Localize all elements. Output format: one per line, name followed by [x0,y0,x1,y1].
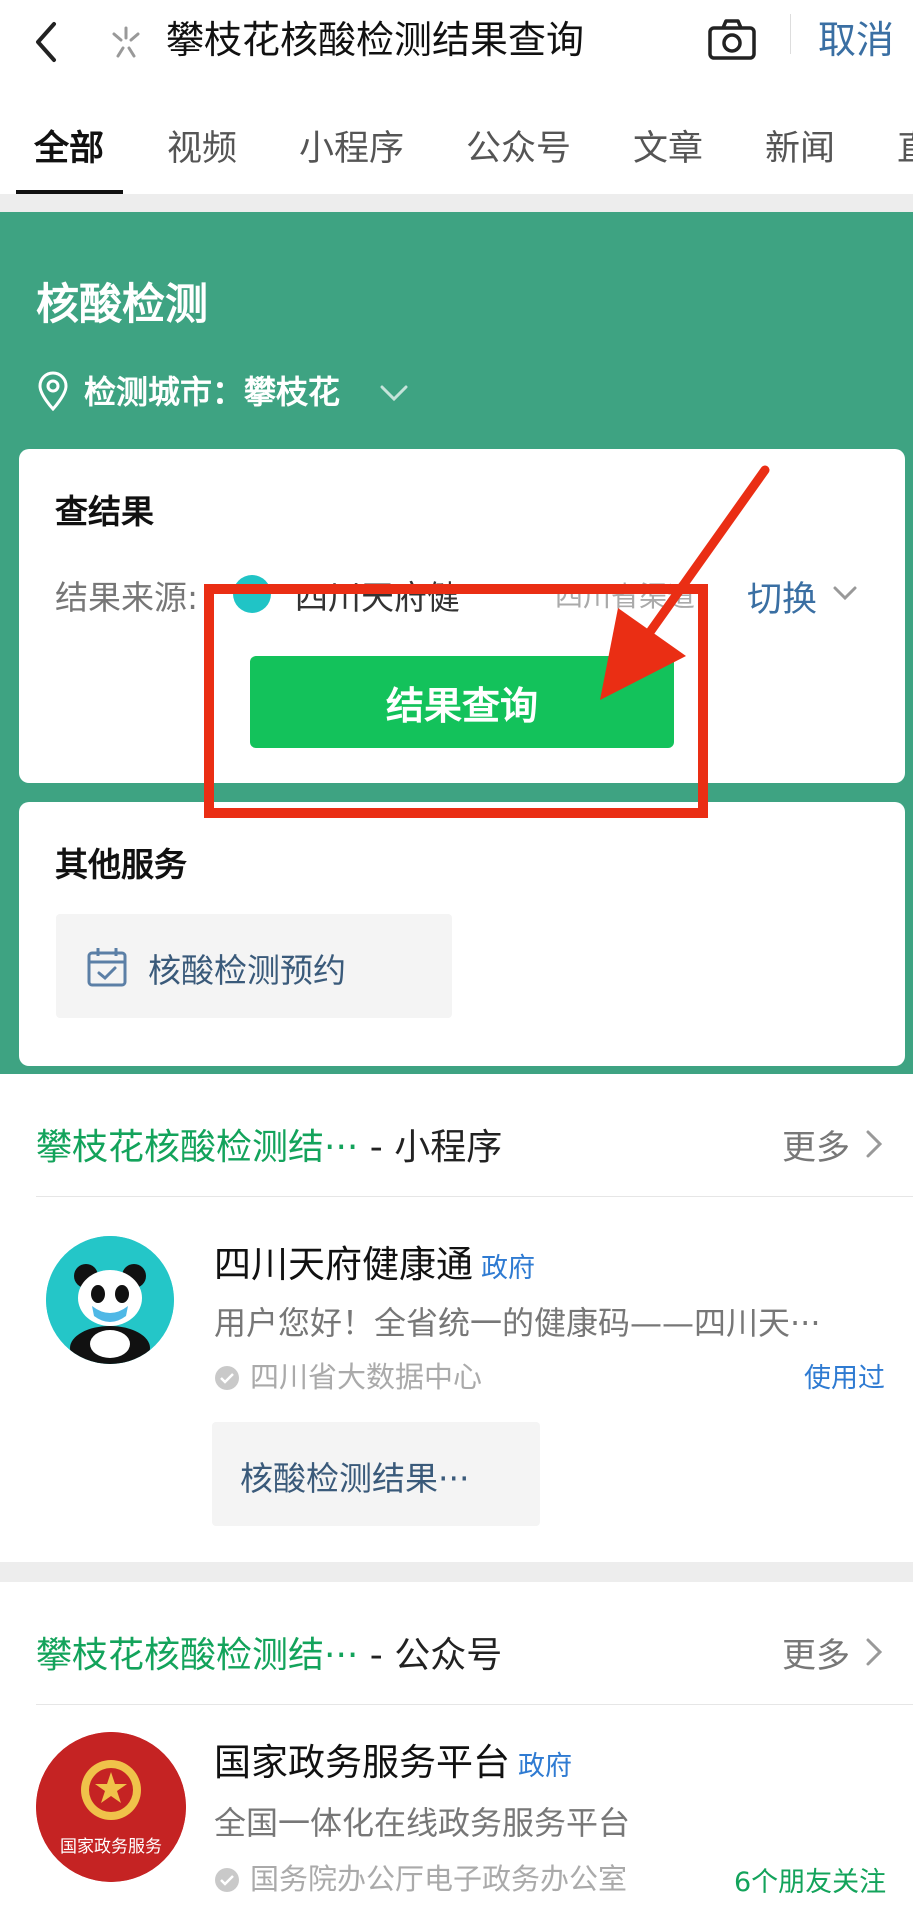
official-account-results: 攀枝花核酸检测结··· - 公众号 更多 国家政务服务 国家政务服务平台 政府 全… [0,1582,913,1920]
section-query: 攀枝花核酸检测结··· [36,1635,359,1676]
sub-link-nucleic-result[interactable]: 核酸检测结果··· [212,1422,540,1526]
tab-all[interactable]: 全部 [34,120,104,171]
gov-badge: 政府 [481,1253,535,1284]
chevron-right-icon[interactable] [862,1126,886,1162]
verified-by: 四川省大数据中心 [214,1354,482,1396]
chevron-down-icon [380,385,408,402]
search-loading-icon [112,26,140,58]
cancel-button[interactable]: 取消 [818,12,894,68]
result-source-label: 结果来源: [55,578,199,617]
gov-badge: 政府 [518,1751,572,1782]
item-name-text: 国家政务服务平台 [214,1741,510,1784]
avatar-caption: 国家政务服务 [60,1837,162,1857]
other-services-title: 其他服务 [55,845,187,884]
search-input[interactable]: 攀枝花核酸检测结果查询 [166,12,584,68]
tab-news[interactable]: 新闻 [765,120,835,171]
result-card-title: 查结果 [55,492,154,531]
other-services-card: 其他服务 核酸检测预约 [19,802,905,1066]
used-badge: 使用过 [804,1363,885,1394]
verified-by-text: 国务院办公厅电子政务办公室 [250,1862,628,1896]
chevron-down-icon[interactable] [829,577,861,609]
service-label: 核酸检测预约 [148,951,346,990]
national-emblem-avatar-icon[interactable]: 国家政务服务 [36,1732,186,1882]
camera-icon[interactable] [706,12,758,68]
mini-program-name[interactable]: 四川天府健康通 政府 [214,1234,535,1288]
sub-link-label: 核酸检测结果··· [240,1459,470,1498]
city-label: 检测城市：攀枝花 [84,373,341,411]
verified-by: 国务院办公厅电子政务办公室 [214,1856,627,1898]
verified-check-icon [215,1868,239,1892]
verified-by-text: 四川省大数据中心 [250,1360,483,1394]
calendar-check-icon [87,948,127,987]
mini-program-results: 攀枝花核酸检测结··· - 小程序 更多 四川天府健康通 政府 用户您好！全省统一… [0,1074,913,1562]
section-type: - 公众号 [358,1635,503,1676]
section-header: 攀枝花核酸检测结··· - 公众号 [36,1626,502,1678]
official-account-name[interactable]: 国家政务服务平台 政府 [214,1732,572,1786]
divider [790,14,791,54]
filter-tabs: 全部 视频 小程序 公众号 文章 新闻 直 [0,86,913,194]
section-type: - 小程序 [358,1127,503,1168]
back-arrow-icon[interactable] [28,14,68,70]
friends-following: 6个朋友关注 [734,1867,887,1898]
tab-more[interactable]: 直 [897,120,913,171]
annotation-highlight-box [204,584,708,818]
chevron-right-icon[interactable] [862,1634,886,1670]
divider [36,1196,913,1197]
location-pin-icon [38,371,68,411]
more-link[interactable]: 更多 [782,1628,850,1677]
section-header: 攀枝花核酸检测结··· - 小程序 [36,1118,502,1170]
section-query: 攀枝花核酸检测结··· [36,1127,359,1168]
panda-avatar-icon[interactable] [46,1236,174,1364]
panel-title: 核酸检测 [36,280,208,330]
tab-video[interactable]: 视频 [167,120,237,171]
section-gap [0,194,913,212]
tab-mini-program[interactable]: 小程序 [299,120,404,171]
item-name-text: 四川天府健康通 [214,1243,473,1286]
tab-article[interactable]: 文章 [633,120,703,171]
official-account-desc: 全国一体化在线政务服务平台 [214,1804,631,1842]
service-item-appointment[interactable]: 核酸检测预约 [56,914,452,1018]
mini-program-desc: 用户您好！全省统一的健康码——四川天··· [214,1304,821,1342]
tab-official-account[interactable]: 公众号 [466,120,571,171]
verified-check-icon [215,1366,239,1390]
divider [36,1704,913,1705]
more-link[interactable]: 更多 [782,1120,850,1169]
search-bar: 攀枝花核酸检测结果查询 取消 [0,0,913,87]
